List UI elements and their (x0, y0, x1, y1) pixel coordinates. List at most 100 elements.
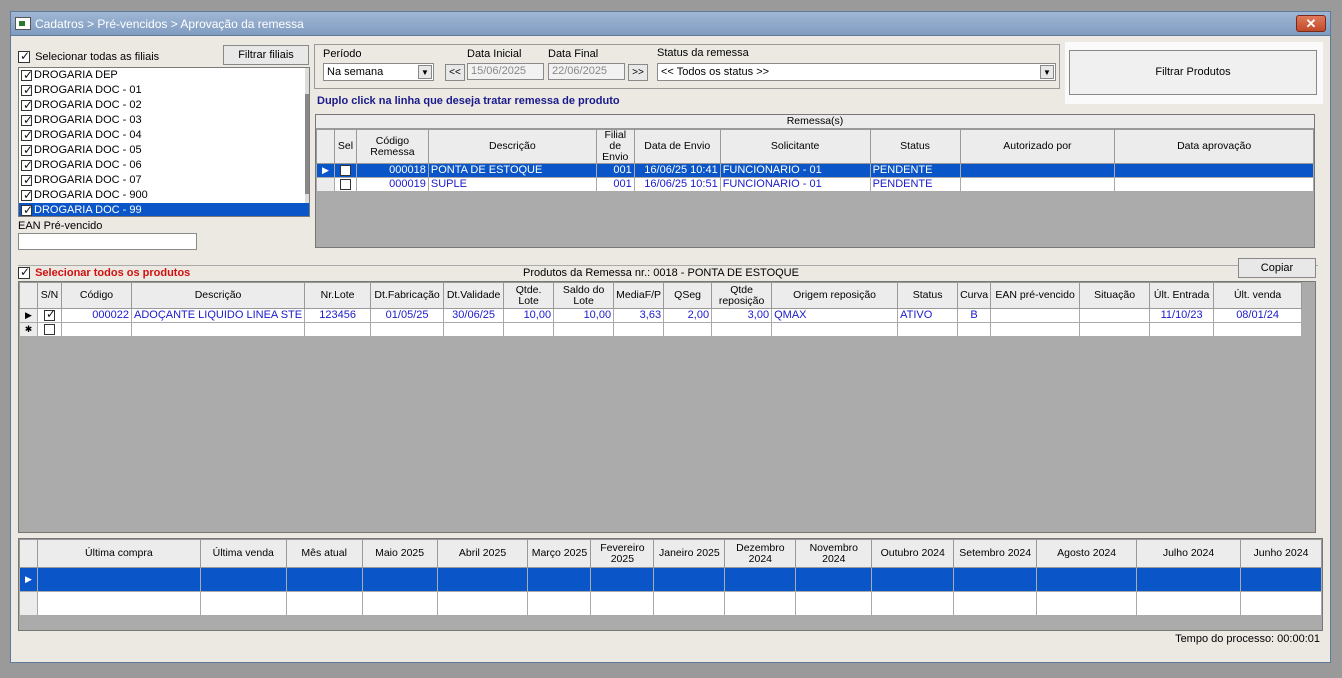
filial-item[interactable]: DROGARIA DOC - 06 (19, 158, 309, 173)
select-all-produtos-checkbox[interactable] (18, 265, 30, 280)
historico-column-header[interactable]: Novembro 2024 (795, 539, 873, 568)
filial-checkbox[interactable] (21, 188, 33, 203)
remessas-column-header[interactable]: Status (869, 129, 961, 164)
remessas-column-header[interactable]: Código Remessa (355, 129, 429, 164)
select-all-filiais[interactable]: Selecionar todas as filiais (18, 49, 159, 64)
produtos-column-header[interactable]: Descrição (130, 282, 306, 309)
filial-checkbox[interactable] (21, 143, 33, 158)
filial-item[interactable]: DROGARIA DOC - 900 (19, 188, 309, 203)
new-row[interactable]: ✱ (19, 322, 1303, 337)
chevron-down-icon[interactable]: ▼ (418, 65, 432, 79)
filial-checkbox[interactable] (21, 203, 33, 216)
filial-checkbox[interactable] (21, 173, 33, 188)
produtos-column-header[interactable]: EAN pré-vencido (990, 282, 1081, 309)
produtos-column-header[interactable]: Dt.Fabricação (370, 282, 445, 309)
filial-item[interactable]: DROGARIA DOC - 05 (19, 143, 309, 158)
prev-week-button[interactable]: << (445, 64, 465, 81)
produtos-column-header[interactable]: Curva (957, 282, 992, 309)
historico-column-header[interactable]: Fevereiro 2025 (590, 539, 655, 568)
filtrar-filiais-button[interactable]: Filtrar filiais (223, 45, 309, 65)
filial-checkbox[interactable] (21, 158, 33, 173)
table-row[interactable]: 000019 SUPLE 001 16/06/25 10:51 FUNCIONARIO … (316, 177, 1314, 192)
filial-item[interactable]: DROGARIA DOC - 02 (19, 98, 309, 113)
produtos-column-header[interactable]: Últ. venda (1213, 282, 1303, 309)
historico-column-header[interactable]: Agosto 2024 (1036, 539, 1138, 568)
historico-column-header[interactable]: Maio 2025 (361, 539, 438, 568)
periodo-select[interactable]: Na semana ▼ (323, 63, 434, 81)
remessas-column-header[interactable]: Sel (333, 129, 357, 164)
remessas-column-header[interactable]: Descrição (427, 129, 597, 164)
remessas-column-header[interactable]: Filial de Envio (595, 129, 635, 164)
produtos-column-header[interactable]: S/N (37, 282, 62, 309)
historico-column-header[interactable]: Última compra (36, 539, 201, 568)
produtos-column-header[interactable]: Dt.Validade (443, 282, 505, 309)
filtrar-produtos-button[interactable]: Filtrar Produtos (1069, 50, 1317, 95)
produtos-column-header[interactable]: Últ. Entrada (1149, 282, 1215, 309)
select-all-filiais-checkbox[interactable] (18, 49, 30, 64)
filial-item[interactable]: DROGARIA DOC - 04 (19, 128, 309, 143)
remessas-column-header[interactable]: Data de Envio (633, 129, 721, 164)
table-row[interactable]: ▶000022ADOÇANTE LIQUIDO LINEA STE1234560… (19, 308, 1303, 323)
produtos-column-header[interactable]: QSeg (663, 282, 713, 309)
next-week-button[interactable]: >> (628, 64, 648, 81)
table-row[interactable]: ▶ 000018 PONTA DE ESTOQUE 001 16/06/25 10:41… (316, 163, 1314, 178)
remessas-grid[interactable]: Remessa(s) Sel Código Remessa Descrição Fil… (315, 114, 1315, 248)
filiais-list[interactable]: DROGARIA DEP DROGARIA DOC - 01 DROGARIA DO… (18, 67, 310, 217)
historico-column-header[interactable]: Mês atual (285, 539, 363, 568)
row-checkbox[interactable] (44, 310, 56, 321)
historico-column-header[interactable]: Outubro 2024 (871, 539, 955, 568)
historico-column-header[interactable]: Setembro 2024 (953, 539, 1038, 568)
filial-item[interactable]: DROGARIA DOC - 07 (19, 173, 309, 188)
produtos-column-header[interactable]: Status (897, 282, 959, 309)
produtos-column-header[interactable]: MediaF/P (613, 282, 665, 309)
produtos-table[interactable]: S/N Código Descrição Nr.Lote Dt.Fabricação Dt… (19, 282, 1303, 337)
produtos-column-header[interactable]: Saldo do Lote (553, 282, 615, 309)
chevron-down-icon[interactable]: ▼ (1040, 65, 1054, 79)
data-final-input[interactable]: 22/06/2025 (548, 63, 625, 80)
remessas-column-header[interactable]: Solicitante (719, 129, 871, 164)
sn-cell[interactable] (37, 322, 62, 337)
row-checkbox[interactable] (339, 164, 351, 176)
historico-table[interactable]: Última compra Última venda Mês atual Maio 2… (19, 539, 1323, 616)
filial-item[interactable]: DROGARIA DOC - 99 (19, 203, 309, 216)
historico-column-header[interactable]: Última venda (199, 539, 287, 568)
sn-cell[interactable] (37, 308, 62, 323)
historico-column-header[interactable]: Julho 2024 (1136, 539, 1241, 568)
historico-column-header[interactable]: Abril 2025 (436, 539, 529, 568)
filial-checkbox[interactable] (21, 128, 33, 143)
historico-column-header[interactable]: Dezembro 2024 (724, 539, 797, 568)
historico-column-header[interactable]: Janeiro 2025 (653, 539, 726, 568)
scrollbar-thumb[interactable] (305, 94, 309, 194)
historico-column-header[interactable]: Março 2025 (527, 539, 592, 568)
table-row[interactable] (19, 591, 1323, 616)
historico-column-header[interactable]: Junho 2024 (1239, 539, 1323, 568)
ean-input[interactable] (18, 233, 197, 250)
status-remessa-select[interactable]: << Todos os status >> ▼ (657, 63, 1056, 81)
sel-cell[interactable] (333, 177, 357, 192)
filial-checkbox[interactable] (21, 113, 33, 128)
select-all-produtos[interactable]: Selecionar todos os produtos (18, 265, 190, 280)
sel-cell[interactable] (333, 163, 357, 178)
remessas-column-header[interactable]: Data aprovação (1114, 129, 1314, 164)
table-row[interactable]: ▶ (19, 567, 1323, 592)
filial-checkbox[interactable] (21, 83, 33, 98)
produtos-column-header[interactable]: Qtde. Lote (503, 282, 555, 309)
filiais-scrollbar[interactable] (305, 68, 309, 203)
historico-grid[interactable]: Última compra Última venda Mês atual Maio 2… (18, 538, 1323, 631)
filial-item[interactable]: DROGARIA DOC - 01 (19, 83, 309, 98)
filial-checkbox[interactable] (21, 68, 33, 83)
filial-item[interactable]: DROGARIA DOC - 03 (19, 113, 309, 128)
filial-item[interactable]: DROGARIA DEP (19, 68, 309, 83)
produtos-column-header[interactable]: Origem reposição (771, 282, 899, 309)
row-checkbox[interactable] (339, 178, 351, 190)
filial-checkbox[interactable] (21, 98, 33, 113)
produtos-column-header[interactable]: Qtde reposição (711, 282, 773, 309)
copiar-button[interactable]: Copiar (1238, 258, 1316, 278)
remessas-column-header[interactable]: Autorizado por (959, 129, 1116, 164)
row-checkbox[interactable] (44, 323, 55, 335)
produtos-column-header[interactable]: Situação (1079, 282, 1151, 309)
produtos-grid[interactable]: S/N Código Descrição Nr.Lote Dt.Fabricação Dt… (18, 281, 1316, 533)
remessas-table[interactable]: Sel Código Remessa Descrição Filial de Envi… (316, 129, 1314, 192)
close-button[interactable]: ✕ (1296, 15, 1326, 32)
produtos-column-header[interactable]: Nr.Lote (304, 282, 372, 309)
